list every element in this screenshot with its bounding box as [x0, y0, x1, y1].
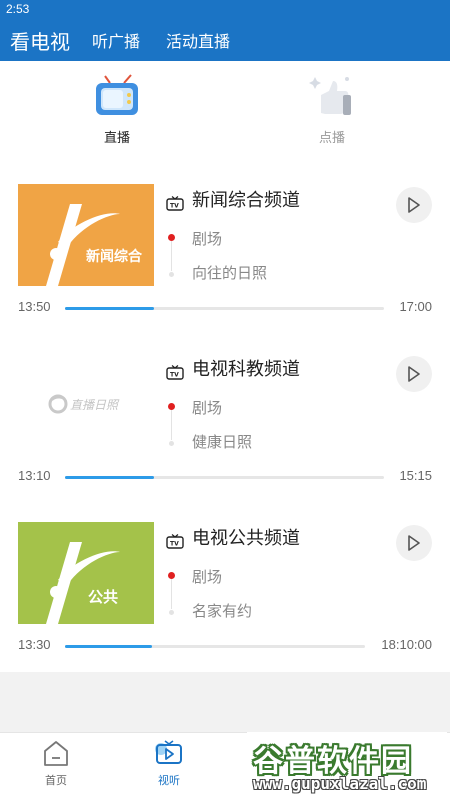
timeline-dot	[169, 272, 174, 277]
home-icon	[44, 741, 68, 766]
thumbnail-caption: 直播日照	[70, 398, 120, 412]
timeline-dot	[169, 441, 174, 446]
channel-thumbnail: 直播日照	[18, 353, 154, 455]
end-time: 17:00	[399, 299, 432, 314]
play-icon	[408, 366, 420, 382]
thumbs-up-icon	[309, 77, 351, 115]
channel-thumbnail: 新闻综合	[18, 184, 154, 286]
start-time: 13:10	[18, 468, 51, 483]
tv-icon: TV	[166, 196, 184, 211]
play-screen-icon	[155, 740, 182, 764]
mode-switch: 直播 点播	[0, 61, 450, 161]
tv-icon	[96, 74, 138, 115]
channel-card[interactable]: 公共 TV 电视公共频道 剧场 名家有约 13:30 18:10:00	[0, 522, 450, 682]
mode-vod-label: 点播	[318, 131, 345, 146]
thumbnail-caption: 公共	[88, 588, 118, 606]
next-program: 向往的日照	[192, 264, 268, 282]
channel-card[interactable]: 直播日照 TV 电视科教频道 剧场 健康日照 13:10 15:15	[0, 353, 450, 513]
progress-fill	[65, 476, 155, 479]
progress-bar	[65, 476, 384, 479]
svg-text:TV: TV	[170, 372, 179, 379]
progress-bar	[65, 645, 365, 648]
live-dot	[168, 572, 175, 579]
progress-fill	[65, 307, 155, 310]
next-program: 健康日照	[192, 433, 253, 451]
status-time: 2:53	[6, 2, 30, 16]
tab-audiovisual[interactable]: 视听	[139, 739, 199, 788]
play-button[interactable]	[396, 187, 432, 223]
timeline-line	[171, 241, 172, 271]
tab-watch-tv[interactable]: 看电视	[10, 26, 70, 55]
mode-vod[interactable]: 点播	[297, 73, 367, 146]
mode-live-label: 直播	[103, 131, 130, 146]
start-time: 13:50	[18, 299, 51, 314]
play-button[interactable]	[396, 356, 432, 392]
mode-live[interactable]: 直播	[82, 73, 152, 146]
tab-radio[interactable]: 听广播	[92, 28, 140, 52]
list-footer-band	[0, 672, 450, 732]
channel-card[interactable]: 新闻综合 TV 新闻综合频道 剧场 向往的日照 13:50 17:00	[0, 184, 450, 344]
timeline-line	[171, 410, 172, 440]
channel-thumbnail: 公共	[18, 522, 154, 624]
tv-icon: TV	[166, 365, 184, 380]
watermark: 谷普软件园 www.gupuxlazal.com	[247, 732, 447, 798]
svg-text:TV: TV	[170, 541, 179, 548]
live-dot	[168, 234, 175, 241]
timeline-line	[171, 579, 172, 609]
play-icon	[408, 197, 420, 213]
channel-name: 新闻综合频道	[192, 190, 300, 211]
live-dot	[168, 403, 175, 410]
channel-name: 电视公共频道	[192, 528, 300, 549]
tab-home-label: 首页	[45, 774, 67, 787]
next-program: 名家有约	[192, 602, 253, 620]
top-nav: 看电视 听广播 活动直播	[0, 22, 450, 58]
progress-fill	[65, 645, 152, 648]
start-time: 13:30	[18, 637, 51, 652]
tv-icon: TV	[166, 534, 184, 549]
watermark-url: www.gupuxlazal.com	[253, 774, 427, 793]
current-program: 剧场	[192, 568, 223, 586]
play-icon	[408, 535, 420, 551]
thumbnail-caption: 新闻综合	[86, 248, 143, 265]
timeline-dot	[169, 610, 174, 615]
progress-bar	[65, 307, 384, 310]
svg-text:TV: TV	[170, 203, 179, 210]
end-time: 15:15	[399, 468, 432, 483]
app-header: 2:53 看电视 听广播 活动直播	[0, 0, 450, 61]
play-button[interactable]	[396, 525, 432, 561]
current-program: 剧场	[192, 230, 223, 248]
channel-name: 电视科教频道	[192, 359, 300, 380]
current-program: 剧场	[192, 399, 223, 417]
tab-live-events[interactable]: 活动直播	[166, 28, 230, 52]
tab-audiovisual-label: 视听	[158, 774, 180, 787]
end-time: 18:10:00	[381, 637, 432, 652]
tab-home[interactable]: 首页	[26, 739, 86, 788]
